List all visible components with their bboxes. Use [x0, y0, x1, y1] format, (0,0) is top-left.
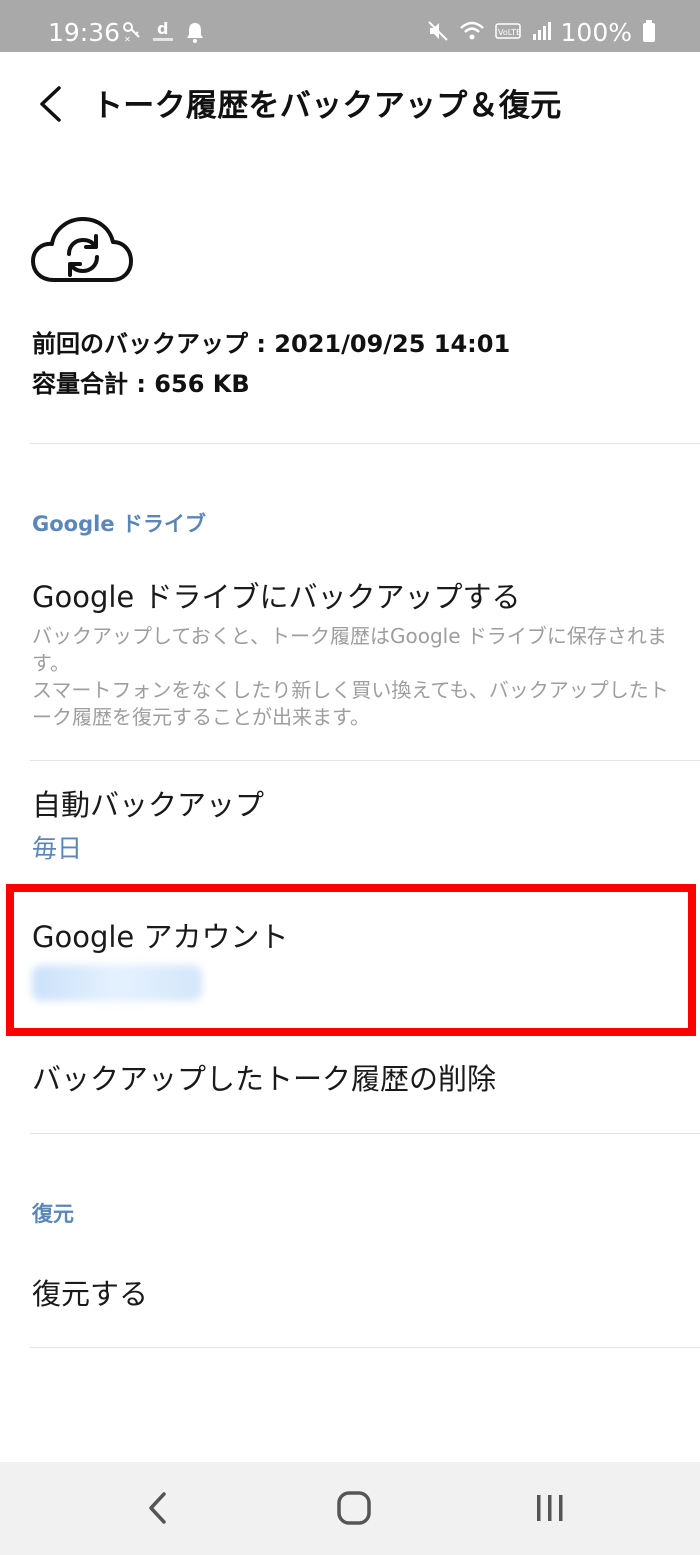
- status-time: 19:36: [48, 18, 121, 47]
- nav-recent-apps-button[interactable]: [528, 1488, 572, 1532]
- total-size-text: 容量合計 : 656 KB: [32, 370, 250, 398]
- section-header-google-drive: Google ドライブ: [32, 512, 206, 536]
- svg-text:VoLTE: VoLTE: [498, 28, 521, 37]
- status-bar: 19:36 ✕ d VoLTE 100%: [0, 0, 700, 52]
- backup-description-line1: バックアップしておくと、トーク履歴はGoogle ドライブに保存されます。: [32, 624, 667, 675]
- delete-backup-title: バックアップしたトーク履歴の削除: [32, 1062, 497, 1096]
- battery-icon: [642, 19, 656, 47]
- backup-to-google-drive-title: Google ドライブにバックアップする: [32, 580, 521, 614]
- divider: [30, 1133, 700, 1134]
- home-icon: [336, 1490, 372, 1530]
- mute-icon: [427, 20, 449, 46]
- battery-percent: 100%: [560, 18, 632, 47]
- page-title: トーク履歴をバックアップ＆復元: [92, 88, 562, 124]
- nav-back-button[interactable]: [136, 1488, 180, 1532]
- back-icon: [147, 1491, 169, 1529]
- backup-to-google-drive-item[interactable]: Google ドライブにバックアップする バックアップしておくと、トーク履歴はG…: [0, 565, 700, 760]
- key-notification-icon: ✕: [122, 21, 142, 47]
- chevron-left-icon: [37, 85, 63, 127]
- divider: [30, 1347, 700, 1348]
- backup-description-line2: スマートフォンをなくしたり新しく買い換えても、バックアップしたトーク履歴を復元す…: [32, 678, 669, 729]
- last-backup-text: 前回のバックアップ : 2021/09/25 14:01: [32, 330, 511, 358]
- volte-icon: VoLTE: [494, 22, 521, 44]
- divider: [30, 760, 700, 761]
- svg-text:✕: ✕: [124, 35, 131, 43]
- status-left-icons: ✕ d: [122, 19, 206, 48]
- nav-home-button[interactable]: [332, 1488, 376, 1532]
- back-button[interactable]: [30, 84, 70, 128]
- delete-backup-item[interactable]: バックアップしたトーク履歴の削除: [0, 1035, 700, 1133]
- status-right-icons: VoLTE 100%: [427, 18, 656, 48]
- system-nav-bar: [0, 1462, 700, 1555]
- section-header-restore: 復元: [32, 1202, 74, 1226]
- d-magazine-icon: d: [152, 19, 174, 48]
- bell-icon: [184, 20, 206, 48]
- restore-item[interactable]: 復元する: [0, 1250, 700, 1347]
- cloud-sync-icon: [30, 214, 134, 284]
- svg-text:d: d: [157, 20, 168, 38]
- backup-description: バックアップしておくと、トーク履歴はGoogle ドライブに保存されます。 スマ…: [32, 623, 672, 731]
- signal-icon: [531, 20, 551, 46]
- recent-apps-icon: [533, 1492, 567, 1528]
- divider: [30, 443, 700, 444]
- auto-backup-title: 自動バックアップ: [32, 788, 265, 822]
- app-bar: トーク履歴をバックアップ＆復元: [0, 52, 700, 160]
- highlight-annotation-box: [6, 884, 696, 1036]
- auto-backup-value: 毎日: [32, 834, 83, 863]
- auto-backup-item[interactable]: 自動バックアップ 毎日: [0, 770, 700, 875]
- wifi-icon: [459, 20, 485, 46]
- restore-title: 復元する: [32, 1277, 149, 1311]
